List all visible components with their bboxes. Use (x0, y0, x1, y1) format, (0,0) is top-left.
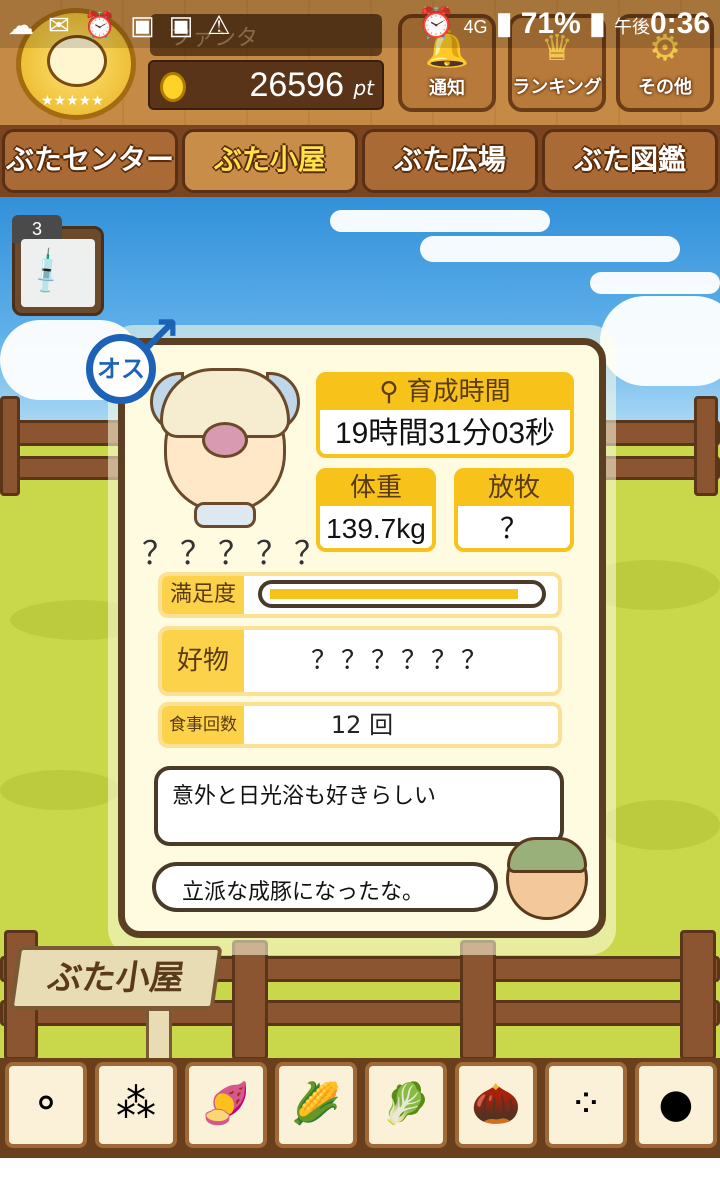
grain-pellets-icon[interactable]: ⚬ (5, 1062, 87, 1148)
cloud (330, 210, 550, 232)
grass-patch (600, 800, 720, 850)
fence-post (680, 930, 716, 1060)
cloud (600, 296, 720, 386)
favorite-value: ？？？？？？ (310, 646, 491, 676)
favorite-label: 好物 (162, 630, 244, 692)
points-display: 26596 pt (148, 60, 384, 110)
time-period: 午後 (613, 17, 650, 37)
corn-icon[interactable]: 🌽 (275, 1062, 357, 1148)
weight-value: 139.7kg (326, 513, 426, 544)
mixed-pellets-icon[interactable]: ⁂ (95, 1062, 177, 1148)
fence-post (460, 940, 496, 1060)
alarm-icon: ⏰ (417, 7, 456, 40)
meatballs-icon[interactable]: ● (635, 1062, 717, 1148)
release-label: 放牧 (458, 472, 570, 506)
male-arrow-icon: ↗ (138, 306, 182, 366)
location-signboard: ぶた小屋 (9, 946, 223, 1010)
status-icons: ☁✉⏰▣▣⚠ (8, 10, 245, 40)
clock: 0:36 (649, 7, 710, 40)
notification-label: 通知 (429, 78, 465, 99)
sweet-potato-icon[interactable]: 🍠 (185, 1062, 267, 1148)
item-slot[interactable]: 3 💉 (12, 215, 104, 316)
farmer-avatar (506, 837, 588, 920)
hint-bubble: 意外と日光浴も好きらしい (154, 766, 564, 846)
satisfaction-gauge-fill (270, 589, 518, 599)
signpost-icon: ⚲ (379, 377, 407, 407)
meals-row: 食事回数 12 回 (158, 702, 562, 748)
coin-icon (160, 72, 186, 102)
release-box: 放牧 ？ (454, 468, 574, 552)
fence-post (232, 940, 268, 1060)
growth-time-header: ⚲ 育成時間 (320, 376, 570, 410)
weight-box: 体重 139.7kg (316, 468, 436, 552)
vegetables-icon[interactable]: 🥬 (365, 1062, 447, 1148)
growth-time-label: 育成時間 (406, 377, 511, 407)
satisfaction-label: 満足度 (162, 576, 244, 614)
signal-icon: ▮ (495, 7, 513, 40)
weight-label: 体重 (320, 472, 432, 506)
fence-post (694, 396, 718, 496)
grass-patch (0, 770, 120, 810)
bottom-strip (0, 1158, 720, 1184)
points-unit: pt (353, 76, 374, 100)
cloud (590, 272, 720, 294)
tab-bar: ぶたセンター ぶた小屋 ぶた広場 ぶた図鑑 (0, 125, 720, 197)
cloud (420, 236, 680, 262)
pig-portrait[interactable] (150, 362, 300, 532)
battery-icon: ▮ (589, 7, 606, 40)
network-label: 4G (463, 17, 488, 37)
fence-post (0, 396, 20, 496)
favorite-row: 好物 ？？？？？？ (158, 626, 562, 696)
points-value: 26596 (249, 66, 344, 104)
soybeans-icon[interactable]: ⁘ (545, 1062, 627, 1148)
acorns-icon[interactable]: 🌰 (455, 1062, 537, 1148)
tab-pig-square[interactable]: ぶた広場 (362, 129, 538, 193)
status-bar: ☁✉⏰▣▣⚠ ⏰ 4G ▮ 71% ▮ 午後0:36 (0, 0, 720, 48)
satisfaction-gauge (258, 580, 546, 608)
satisfaction-row: 満足度 (158, 572, 562, 618)
other-label: その他 (638, 77, 692, 98)
status-right: ⏰ 4G ▮ 71% ▮ 午後0:36 (418, 6, 710, 41)
tab-pig-house[interactable]: ぶた小屋 (182, 129, 358, 193)
battery-percent: 71% (520, 7, 581, 40)
tab-pig-center[interactable]: ぶたセンター (2, 129, 178, 193)
meals-value: 12 回 (330, 711, 394, 739)
growth-time-box: ⚲ 育成時間 19時間31分03秒 (316, 372, 574, 458)
pig-name: ？？？？？ (142, 534, 333, 572)
farmer-comment-bubble: 立派な成豚になったな。 (152, 862, 498, 912)
farmer-cap (507, 837, 587, 873)
ranking-label: ランキング (512, 77, 602, 98)
pig-nose (202, 422, 248, 458)
growth-time-value: 19時間31分03秒 (334, 417, 556, 450)
pig-bow (194, 502, 256, 528)
meals-label: 食事回数 (162, 706, 244, 744)
release-value: ？ (499, 513, 528, 544)
rank-stars-icon: ★★★★★ (41, 93, 104, 109)
tab-pig-encyclopedia[interactable]: ぶた図鑑 (542, 129, 718, 193)
